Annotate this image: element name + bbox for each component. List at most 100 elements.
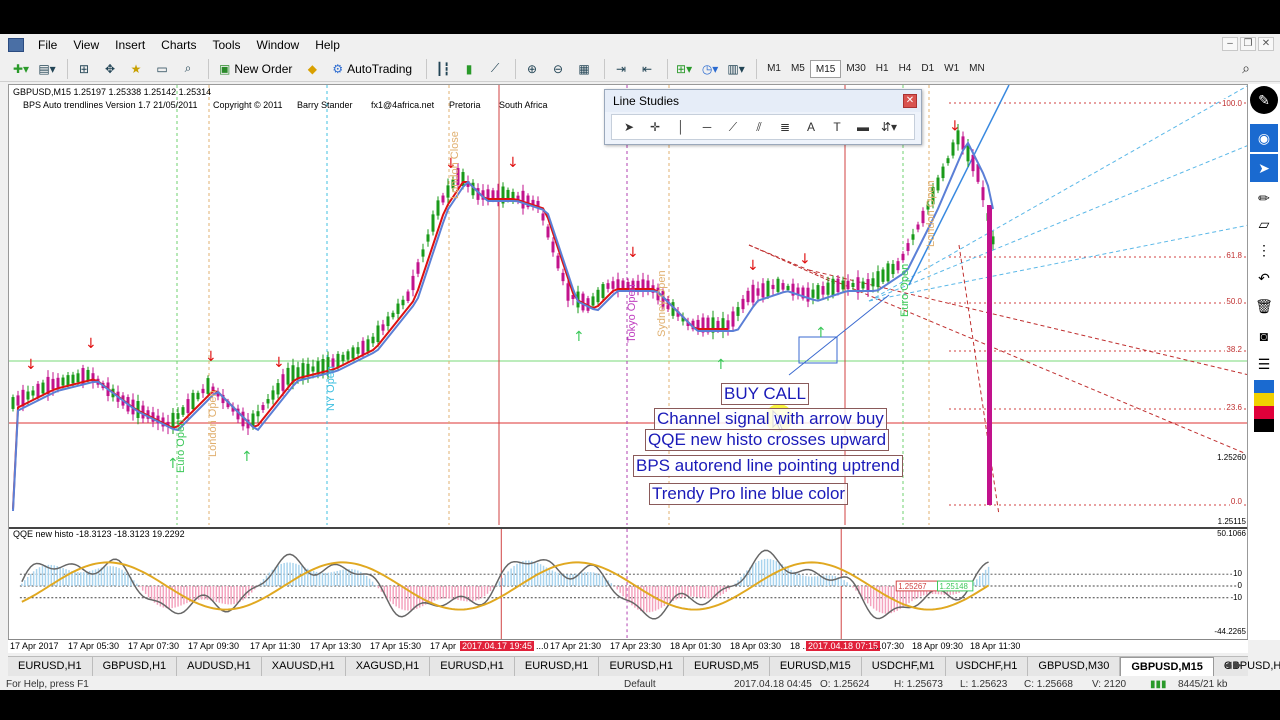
- templates-icon[interactable]: ▥▾: [725, 59, 747, 79]
- chart-tab[interactable]: XAGUSD,H1: [346, 657, 431, 676]
- chart-tab[interactable]: EURUSD,M5: [684, 657, 770, 676]
- zoom-in-icon[interactable]: ⊕: [521, 59, 543, 79]
- menu-view[interactable]: View: [65, 34, 107, 56]
- separator: [604, 58, 606, 79]
- chart-window[interactable]: ↓ ↓ ↓ ↓ ↓ ↓ ↓ ↓ ↓ ↓ ↑ ↑ ↑ ↑ ↑ GBPUSD,M15 1.25197 1.253…: [8, 84, 1248, 640]
- text-label-icon[interactable]: T: [824, 116, 850, 138]
- color-palette[interactable]: [1254, 380, 1274, 432]
- vertical-line-icon[interactable]: │: [668, 116, 694, 138]
- chart-tab[interactable]: XAUUSD,H1: [262, 657, 346, 676]
- trendline-icon[interactable]: ⟋: [720, 116, 746, 138]
- candlestick-icon[interactable]: ▮: [458, 59, 480, 79]
- menu-tools[interactable]: Tools: [205, 34, 249, 56]
- market-watch-icon[interactable]: ⊞: [73, 59, 95, 79]
- candle-body: [751, 284, 755, 303]
- chart-tab[interactable]: EURUSD,H1: [515, 657, 600, 676]
- chart-tab[interactable]: EURUSD,H1: [8, 657, 93, 676]
- camera-icon[interactable]: ◙: [1250, 322, 1278, 350]
- timeframe-m15[interactable]: M15: [809, 59, 842, 78]
- pointer-icon[interactable]: ➤: [1250, 154, 1278, 182]
- timeframe-w1[interactable]: W1: [939, 60, 964, 78]
- candle-body: [51, 378, 55, 390]
- time-label: 18 Apr 11:30: [970, 641, 1021, 651]
- profiles-icon[interactable]: ▤▾: [36, 59, 58, 79]
- close-icon[interactable]: ✕: [1258, 37, 1274, 51]
- arrows-menu-icon[interactable]: ⇵▾: [876, 116, 902, 138]
- menu-window[interactable]: Window: [249, 34, 308, 56]
- timeframe-m30[interactable]: M30: [841, 60, 870, 78]
- time-label: 17 Apr 05:30: [68, 641, 120, 651]
- close-icon[interactable]: ✕: [903, 94, 917, 108]
- line-studies-title[interactable]: Line Studies: [605, 90, 921, 112]
- chart-tab[interactable]: EURUSD,H1: [599, 657, 685, 676]
- marker-logo-icon[interactable]: ✎: [1250, 86, 1278, 114]
- menu-charts[interactable]: Charts: [153, 34, 204, 56]
- new-chart-icon[interactable]: ✚▾: [10, 59, 32, 79]
- chart-tab[interactable]: USDCHF,H1: [946, 657, 1029, 676]
- status-profile: Default: [624, 679, 656, 690]
- menu-file[interactable]: File: [30, 34, 65, 56]
- candle-body: [987, 205, 992, 505]
- qqe-scale-10: 10: [1232, 569, 1243, 578]
- menu-insert[interactable]: Insert: [107, 34, 153, 56]
- restore-icon[interactable]: ❐: [1240, 37, 1256, 51]
- candle-body: [876, 271, 880, 287]
- eye-icon[interactable]: ◉: [1250, 124, 1278, 152]
- pen-icon[interactable]: ✏: [1250, 184, 1278, 212]
- timeframe-m5[interactable]: M5: [786, 60, 810, 78]
- crosshair-time-label: 2017.04.18 07:15: [806, 641, 881, 651]
- line-studies-toolbar[interactable]: Line Studies ✕ ➤ ✛ │ ─ ⟋ ⫽ ≣ A T ▬ ⇵▾: [604, 89, 922, 145]
- indicators-icon[interactable]: ⊞▾: [673, 59, 695, 79]
- minimize-icon[interactable]: –: [1222, 37, 1238, 51]
- timeframe-h4[interactable]: H4: [894, 60, 917, 78]
- dots-icon[interactable]: ⋮: [1250, 236, 1278, 264]
- text-icon[interactable]: A: [798, 116, 824, 138]
- undo-icon[interactable]: ↶: [1250, 264, 1278, 292]
- terminal-icon[interactable]: ▭: [151, 59, 173, 79]
- menu-icon[interactable]: ☰: [1250, 350, 1278, 378]
- chart-tab[interactable]: EURUSD,H1: [430, 657, 515, 676]
- strategy-tester-icon[interactable]: ⌕: [177, 59, 199, 79]
- timeframe-h1[interactable]: H1: [871, 60, 894, 78]
- session-tokyo-open: Tokyo Open: [626, 284, 638, 343]
- tab-scroll-arrows[interactable]: ◀ ▶: [1224, 660, 1242, 671]
- new-order-label: New Order: [234, 61, 293, 76]
- menu-help[interactable]: Help: [307, 34, 348, 56]
- candle-body: [951, 142, 955, 156]
- candle-body: [361, 340, 365, 356]
- periods-icon[interactable]: ◷▾: [699, 59, 721, 79]
- tile-windows-icon[interactable]: ▦: [573, 59, 595, 79]
- fibonacci-icon[interactable]: ≣: [772, 116, 798, 138]
- chart-tab[interactable]: AUDUSD,H1: [177, 657, 262, 676]
- trash-icon[interactable]: 🗑: [1250, 292, 1278, 320]
- app-icon[interactable]: [8, 38, 24, 52]
- highlighter-icon[interactable]: ▱: [1250, 210, 1278, 238]
- navigator-icon[interactable]: ✥: [99, 59, 121, 79]
- bar-chart-icon[interactable]: ┃┇: [432, 59, 454, 79]
- autotrading-button[interactable]: ⚙ AutoTrading: [327, 59, 417, 79]
- chart-shift-icon[interactable]: ⇤: [636, 59, 658, 79]
- horizontal-line-icon[interactable]: ─: [694, 116, 720, 138]
- crosshair-icon[interactable]: ✛: [642, 116, 668, 138]
- autoscroll-icon[interactable]: ⇥: [610, 59, 632, 79]
- qqe-indicator-pane[interactable]: 1.25267 1.25148: [9, 527, 1248, 640]
- arrow-label-icon[interactable]: ▬: [850, 116, 876, 138]
- candle-body: [391, 312, 395, 318]
- chart-tab[interactable]: EURUSD,M15: [770, 657, 862, 676]
- search-icon[interactable]: ⌕: [1242, 60, 1250, 77]
- equidistant-channel-icon[interactable]: ⫽: [746, 116, 772, 138]
- chart-tab[interactable]: USDCHF,M1: [862, 657, 946, 676]
- cursor-icon[interactable]: ➤: [616, 116, 642, 138]
- chart-tab[interactable]: GBPUSD,M30: [1028, 657, 1121, 676]
- timeframe-d1[interactable]: D1: [916, 60, 939, 78]
- timeframe-mn[interactable]: MN: [964, 60, 990, 78]
- line-chart-icon[interactable]: ⟋: [484, 59, 506, 79]
- session-london-open: London Open: [207, 390, 219, 457]
- chart-tab[interactable]: GBPUSD,H1: [93, 657, 178, 676]
- metaeditor-icon[interactable]: ◆: [301, 59, 323, 79]
- chart-tab-active[interactable]: GBPUSD,M15: [1120, 657, 1214, 676]
- data-window-icon[interactable]: ★: [125, 59, 147, 79]
- zoom-out-icon[interactable]: ⊖: [547, 59, 569, 79]
- new-order-button[interactable]: ▣ New Order: [214, 59, 297, 79]
- timeframe-m1[interactable]: M1: [762, 60, 786, 78]
